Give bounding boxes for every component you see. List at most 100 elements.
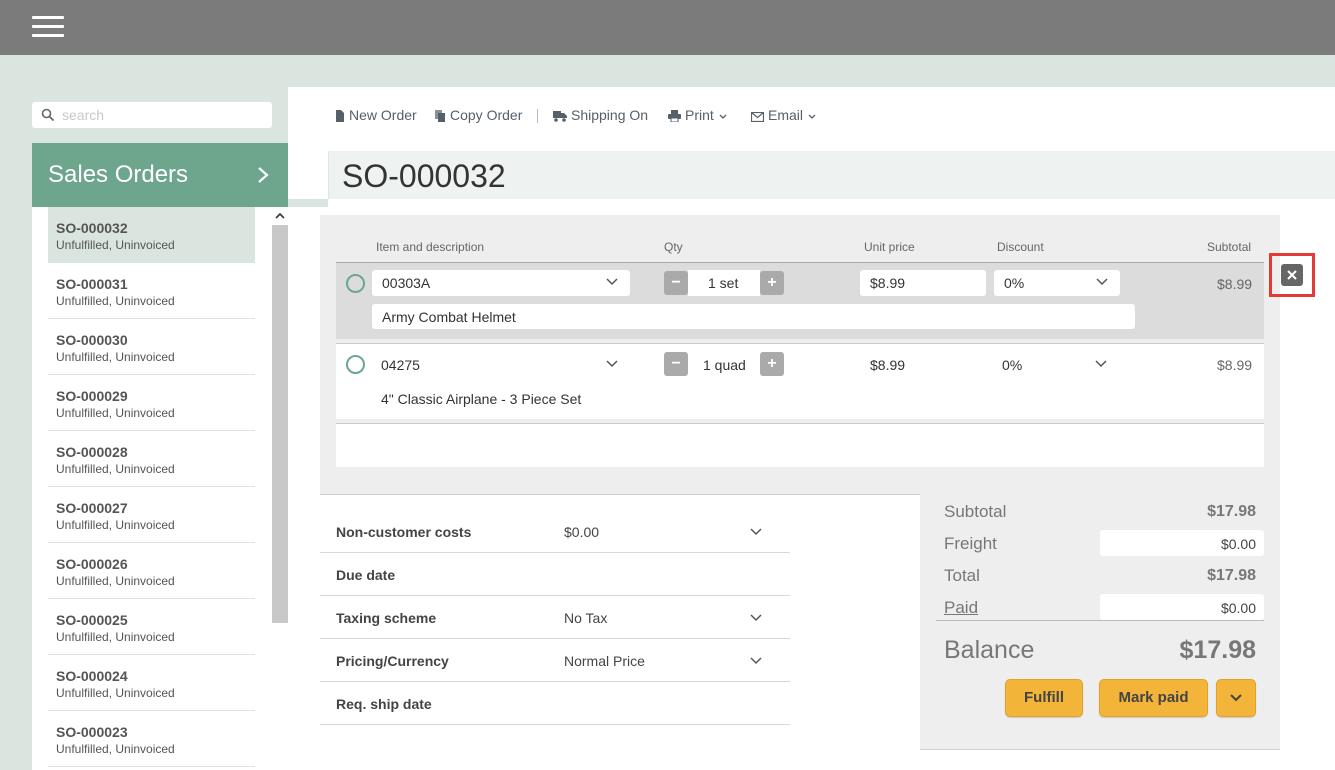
order-number: SO-000030 <box>56 332 128 348</box>
delete-row-highlight <box>1269 253 1315 297</box>
unit-price-input[interactable]: $8.99 <box>860 270 986 296</box>
new-line-row[interactable] <box>336 423 1264 467</box>
scrollbar-thumb[interactable] <box>272 225 288 623</box>
discount-value: 0% <box>1002 357 1023 373</box>
subtotal-label: Subtotal <box>944 502 1007 521</box>
discount-select[interactable]: 0% <box>994 270 1120 296</box>
shipping-label: Shipping On <box>571 107 649 123</box>
taxing-scheme-value: No Tax <box>564 610 608 626</box>
description-input[interactable]: Army Combat Helmet <box>372 304 1135 329</box>
taxing-scheme-row[interactable]: Taxing scheme No Tax <box>320 596 790 639</box>
sales-order-list: SO-000032 Unfulfilled, Uninvoiced SO-000… <box>32 207 288 770</box>
chevron-down-icon <box>1230 694 1242 702</box>
req-ship-date-row[interactable]: Req. ship date <box>320 682 790 725</box>
pricing-currency-label: Pricing/Currency <box>336 653 449 669</box>
non-customer-costs-value: $0.00 <box>564 524 600 540</box>
sales-orders-title: Sales Orders <box>48 161 189 188</box>
order-status: Unfulfilled, Uninvoiced <box>56 238 175 252</box>
chevron-down-icon <box>719 114 727 119</box>
chevron-down-icon[interactable] <box>750 614 762 622</box>
paid-link[interactable]: Paid <box>944 598 978 618</box>
subtotal-value: $17.98 <box>1207 503 1256 520</box>
list-item[interactable]: SO-000030 Unfulfilled, Uninvoiced <box>48 319 255 375</box>
scroll-up-arrow-icon[interactable] <box>272 209 288 223</box>
shipping-toggle[interactable]: Shipping On <box>553 107 648 127</box>
order-status: Unfulfilled, Uninvoiced <box>56 350 175 364</box>
due-date-row[interactable]: Due date <box>320 553 790 596</box>
more-actions-button[interactable] <box>1216 679 1256 717</box>
balance-divider <box>936 620 1264 621</box>
item-select[interactable]: 00303A <box>372 270 630 296</box>
unit-price-value: $8.99 <box>870 275 906 291</box>
printer-icon <box>668 110 681 122</box>
list-item[interactable]: SO-000026 Unfulfilled, Uninvoiced <box>48 543 255 599</box>
search-box <box>32 102 272 128</box>
mark-paid-button[interactable]: Mark paid <box>1099 679 1208 717</box>
list-item[interactable]: SO-000024 Unfulfilled, Uninvoiced <box>48 655 255 711</box>
table-row[interactable]: 04275 − 1 quad + $8.99 0% $8.99 4" Class… <box>336 343 1264 419</box>
list-item[interactable]: SO-000025 Unfulfilled, Uninvoiced <box>48 599 255 655</box>
fulfill-button[interactable]: Fulfill <box>1005 679 1083 717</box>
new-order-button[interactable]: New Order <box>335 107 417 127</box>
copy-order-button[interactable]: Copy Order <box>435 107 522 127</box>
freight-input[interactable]: $0.00 <box>1100 530 1264 556</box>
total-label: Total <box>944 566 980 585</box>
print-dropdown[interactable]: Print <box>668 107 731 127</box>
qty-increase-button[interactable]: + <box>760 352 784 376</box>
order-status: Unfulfilled, Uninvoiced <box>56 518 175 532</box>
chevron-down-icon <box>808 114 816 119</box>
paid-input[interactable]: $0.00 <box>1100 594 1264 620</box>
order-title: SO-000032 <box>342 158 506 194</box>
search-input[interactable] <box>62 105 262 125</box>
list-item[interactable]: SO-000031 Unfulfilled, Uninvoiced <box>48 263 255 319</box>
hamburger-menu-icon[interactable] <box>32 16 64 38</box>
list-item[interactable]: SO-000023 Unfulfilled, Uninvoiced <box>48 711 255 767</box>
row-select-radio[interactable] <box>346 355 365 374</box>
paid-value: $0.00 <box>1220 600 1256 616</box>
qty-value: 1 set <box>708 275 739 291</box>
qty-input[interactable]: 1 set <box>688 270 760 296</box>
chevron-down-icon <box>606 278 618 286</box>
order-number: SO-000031 <box>56 276 128 292</box>
list-item[interactable]: SO-000029 Unfulfilled, Uninvoiced <box>48 375 255 431</box>
toolbar-divider <box>537 109 538 123</box>
qty-decrease-button[interactable]: − <box>664 271 688 295</box>
email-label: Email <box>768 107 804 123</box>
qty-increase-button[interactable]: + <box>760 271 784 295</box>
non-customer-costs-row[interactable]: Non-customer costs $0.00 <box>320 510 790 553</box>
qty-value: 1 quad <box>703 357 746 373</box>
order-status: Unfulfilled, Uninvoiced <box>56 742 175 756</box>
document-icon <box>336 110 344 122</box>
pricing-currency-row[interactable]: Pricing/Currency Normal Price <box>320 639 790 682</box>
column-header-item: Item and description <box>376 240 485 254</box>
delete-row-button[interactable] <box>1281 264 1303 286</box>
order-summary: Subtotal $17.98 Freight $0.00 Total $17.… <box>920 494 1280 750</box>
chevron-down-icon[interactable] <box>606 360 618 368</box>
non-customer-costs-label: Non-customer costs <box>336 524 472 540</box>
order-number: SO-000025 <box>56 612 128 628</box>
order-status: Unfulfilled, Uninvoiced <box>56 294 175 308</box>
req-ship-date-label: Req. ship date <box>336 696 432 712</box>
chevron-down-icon <box>1096 278 1108 286</box>
order-title-bar: SO-000032 <box>328 151 1335 199</box>
pricing-currency-value: Normal Price <box>564 653 645 669</box>
list-item[interactable]: SO-000027 Unfulfilled, Uninvoiced <box>48 487 255 543</box>
chevron-down-icon[interactable] <box>750 657 762 665</box>
scrollbar[interactable] <box>272 207 288 770</box>
chevron-down-icon[interactable] <box>1095 360 1107 368</box>
order-status: Unfulfilled, Uninvoiced <box>56 686 175 700</box>
envelope-icon <box>751 112 764 122</box>
chevron-right-icon[interactable] <box>256 165 270 185</box>
qty-decrease-button[interactable]: − <box>664 352 688 376</box>
search-icon <box>41 108 55 122</box>
list-item[interactable]: SO-000028 Unfulfilled, Uninvoiced <box>48 431 255 487</box>
chevron-down-icon[interactable] <box>750 528 762 536</box>
email-dropdown[interactable]: Email <box>751 107 820 127</box>
order-number: SO-000024 <box>56 668 128 684</box>
freight-label: Freight <box>944 534 997 553</box>
list-item[interactable]: SO-000032 Unfulfilled, Uninvoiced <box>48 207 255 263</box>
description-value: Army Combat Helmet <box>382 309 516 325</box>
row-select-radio[interactable] <box>346 274 365 293</box>
table-row: 00303A − 1 set + $8.99 0% $8.99 Army Com… <box>336 263 1264 339</box>
sales-orders-header[interactable]: Sales Orders <box>32 143 288 207</box>
